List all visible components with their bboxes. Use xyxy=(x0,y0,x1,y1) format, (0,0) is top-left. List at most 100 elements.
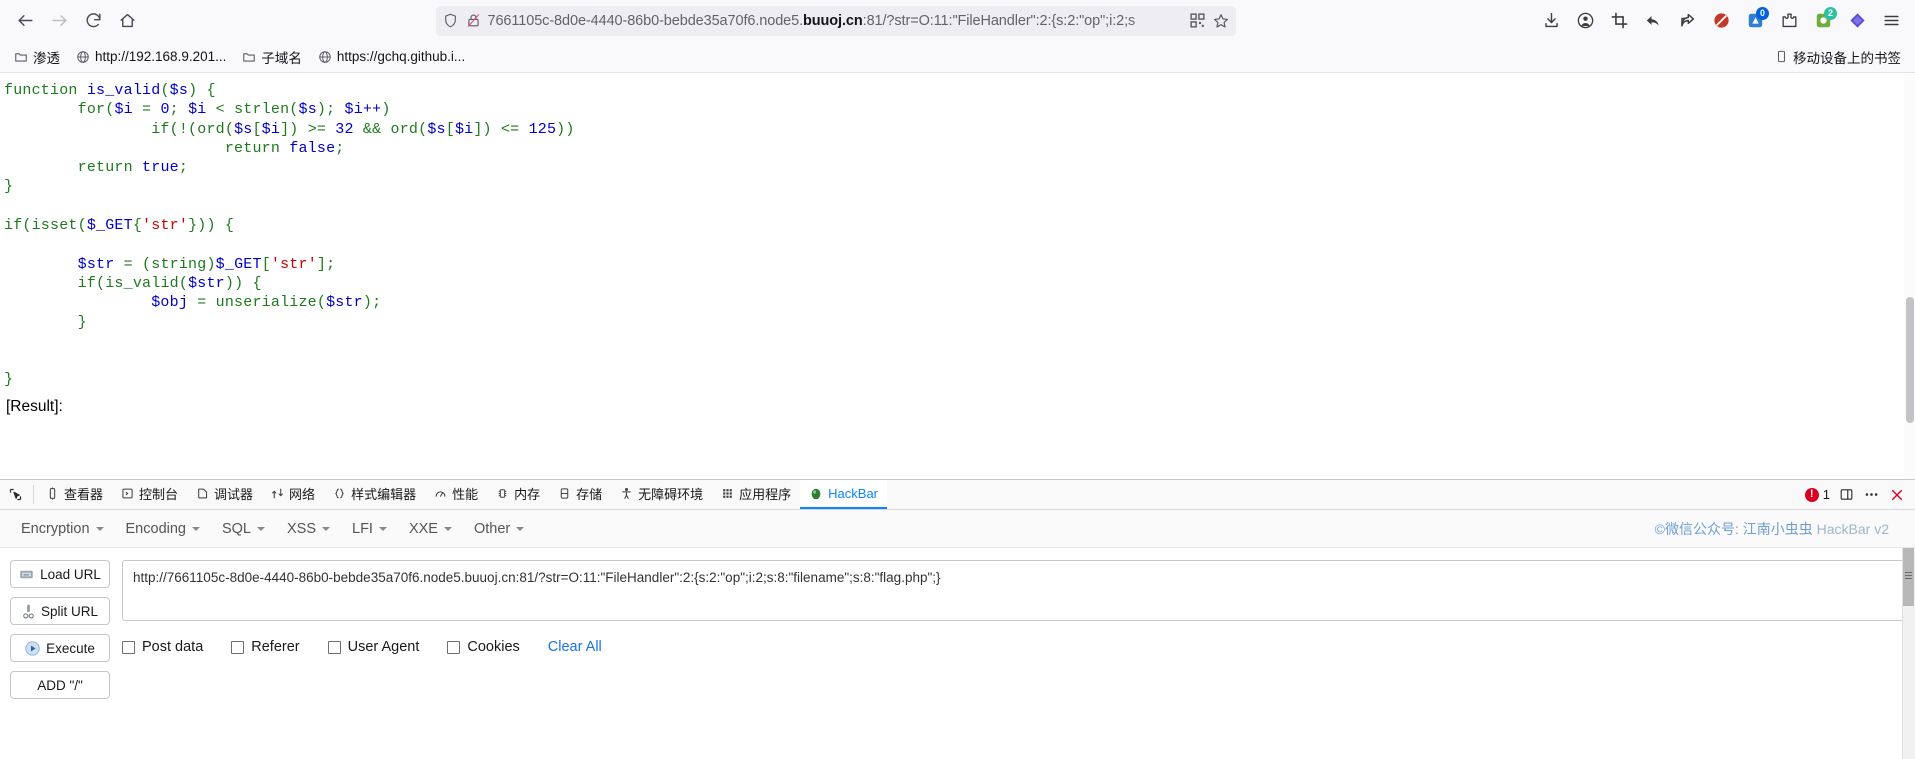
extension-blue-icon[interactable]: 0 xyxy=(1739,6,1771,36)
url-prefix: 7661105c-8d0e-4440-86b0-bebde35a70f6.nod… xyxy=(487,12,804,29)
checkbox-box-icon[interactable] xyxy=(231,640,245,654)
globe-icon xyxy=(76,50,90,64)
clear-all-link[interactable]: Clear All xyxy=(548,639,602,655)
checkbox-user-agent[interactable]: User Agent xyxy=(327,639,419,655)
devtools-tab-无障碍环境[interactable]: 无障碍环境 xyxy=(611,480,712,509)
hackbar-menu-xxe[interactable]: XXE xyxy=(398,517,463,541)
split-url-button[interactable]: Split URL xyxy=(10,597,110,625)
split-url-label: Split URL xyxy=(40,603,99,619)
more-options-icon[interactable] xyxy=(1863,486,1880,503)
hackbar-menu-encoding[interactable]: Encoding xyxy=(115,517,211,541)
screenshot-icon[interactable] xyxy=(1603,6,1635,36)
console-icon xyxy=(121,487,134,500)
chevron-down-icon xyxy=(257,526,265,531)
hackbar-version: HackBar v2 xyxy=(1816,520,1889,537)
code-token: $str xyxy=(77,255,115,273)
devtools-tab-label: 网络 xyxy=(289,487,316,502)
hackbar-url-input[interactable]: http://7661105c-8d0e-4440-86b0-bebde35a7… xyxy=(122,560,1905,621)
hackbar-menu-sql[interactable]: SQL xyxy=(211,517,276,541)
star-icon[interactable] xyxy=(1212,12,1230,30)
checkbox-cookies[interactable]: Cookies xyxy=(447,639,520,655)
checkbox-box-icon[interactable] xyxy=(447,640,461,654)
page-scrollbar[interactable] xyxy=(1904,73,1915,479)
devtools-tab-性能[interactable]: 性能 xyxy=(425,480,487,509)
checkbox-referer[interactable]: Referer xyxy=(231,639,300,655)
bookmark-item-1[interactable]: http://192.168.9.201... xyxy=(70,46,232,67)
split-url-icon xyxy=(22,604,35,619)
qr-code-icon[interactable] xyxy=(1189,12,1206,29)
diamond-extension-icon[interactable] xyxy=(1841,6,1873,36)
broken-lock-icon[interactable] xyxy=(465,12,482,29)
hackbar-menu-encryption[interactable]: Encryption xyxy=(10,517,115,541)
browser-chrome: 7661105c-8d0e-4440-86b0-bebde35a70f6.nod… xyxy=(0,0,1915,73)
url-text[interactable]: 7661105c-8d0e-4440-86b0-bebde35a70f6.nod… xyxy=(488,6,1183,36)
add-slash-label: ADD "/" xyxy=(37,677,83,693)
code-token: ( xyxy=(316,294,327,312)
bookmarks-bar: 渗透 http://192.168.9.201... 子域名 https://g… xyxy=(0,41,1915,72)
devtools-tab-网络[interactable]: 网络 xyxy=(262,480,324,509)
extension-green-icon[interactable]: 2 xyxy=(1807,6,1839,36)
hackbar-scrollbar[interactable] xyxy=(1902,548,1915,759)
reload-icon[interactable] xyxy=(76,6,110,36)
code-token: })) xyxy=(188,217,225,235)
bookmark-item-3[interactable]: https://gchq.github.i... xyxy=(312,46,471,67)
hackbar-menu-xss[interactable]: XSS xyxy=(276,517,341,541)
checkbox-box-icon[interactable] xyxy=(327,640,341,654)
code-token: { xyxy=(224,217,235,235)
close-devtools-icon[interactable] xyxy=(1889,487,1905,503)
back-arrow-icon[interactable] xyxy=(8,6,42,36)
devtools-panel: 查看器 控制台 调试器 网络 样式编辑器 性能 内存 存储 无障碍环境 应用程序 HackBar !… xyxy=(0,479,1915,759)
devtools-tab-存储[interactable]: 存储 xyxy=(549,480,611,509)
inspector-icon xyxy=(46,487,59,500)
checkbox-post-data[interactable]: Post data xyxy=(122,639,203,655)
account-icon[interactable] xyxy=(1569,6,1601,36)
code-token: ( xyxy=(160,82,170,99)
devtools-tab-查看器[interactable]: 查看器 xyxy=(37,480,112,509)
address-bar[interactable]: 7661105c-8d0e-4440-86b0-bebde35a70f6.nod… xyxy=(435,5,1236,36)
chevron-down-icon xyxy=(516,526,525,531)
hackbar-menu-other[interactable]: Other xyxy=(463,517,535,541)
dock-panel-icon[interactable] xyxy=(1839,487,1854,502)
puzzle-extensions-icon[interactable] xyxy=(1773,6,1805,36)
checkbox-box-icon[interactable] xyxy=(122,640,135,654)
element-picker-icon[interactable] xyxy=(0,480,30,509)
hackbar-menu-lfi[interactable]: LFI xyxy=(341,517,398,541)
devtools-tab-hackbar[interactable]: HackBar xyxy=(800,480,888,509)
bookmark-item-0[interactable]: 渗透 xyxy=(8,44,66,70)
app-menu-icon[interactable] xyxy=(1875,6,1907,36)
code-token: strlen xyxy=(234,101,290,119)
adblock-icon[interactable] xyxy=(1705,6,1737,36)
mobile-device-icon xyxy=(1775,50,1788,63)
error-count-indicator[interactable]: ! 1 xyxy=(1804,487,1830,502)
devtools-tab-控制台[interactable]: 控制台 xyxy=(112,480,187,509)
mobile-bookmarks-item[interactable]: 移动设备上的书签 xyxy=(1769,44,1907,70)
code-token: if xyxy=(77,274,97,292)
url-bar-container: 7661105c-8d0e-4440-86b0-bebde35a70f6.nod… xyxy=(144,5,1527,36)
code-token: >= xyxy=(307,120,327,138)
devtools-tab-样式编辑器[interactable]: 样式编辑器 xyxy=(324,480,425,509)
chevron-down-icon xyxy=(95,526,104,531)
bookmark-item-2[interactable]: 子域名 xyxy=(236,44,308,70)
load-url-button[interactable]: Load URL xyxy=(10,560,110,588)
devtools-tab-内存[interactable]: 内存 xyxy=(487,480,549,509)
shield-icon[interactable] xyxy=(442,12,459,29)
share-icon[interactable] xyxy=(1671,6,1703,36)
add-slash-button[interactable]: ADD "/" xyxy=(10,671,110,699)
devtools-tab-应用程序[interactable]: 应用程序 xyxy=(712,480,800,509)
code-token: return xyxy=(224,139,281,157)
load-url-label: Load URL xyxy=(40,566,101,582)
code-token: { xyxy=(252,274,262,292)
forward-arrow-icon[interactable] xyxy=(42,6,76,36)
home-icon[interactable] xyxy=(110,6,144,36)
execute-button[interactable]: Execute xyxy=(10,634,110,662)
globe-icon xyxy=(318,50,332,64)
devtools-tab-调试器[interactable]: 调试器 xyxy=(187,480,262,509)
downloads-icon[interactable] xyxy=(1535,6,1567,36)
undo-close-tab-icon[interactable] xyxy=(1637,6,1669,36)
hackbar-scrollbar-thumb[interactable] xyxy=(1903,548,1914,606)
page-scrollbar-thumb[interactable] xyxy=(1906,297,1914,423)
